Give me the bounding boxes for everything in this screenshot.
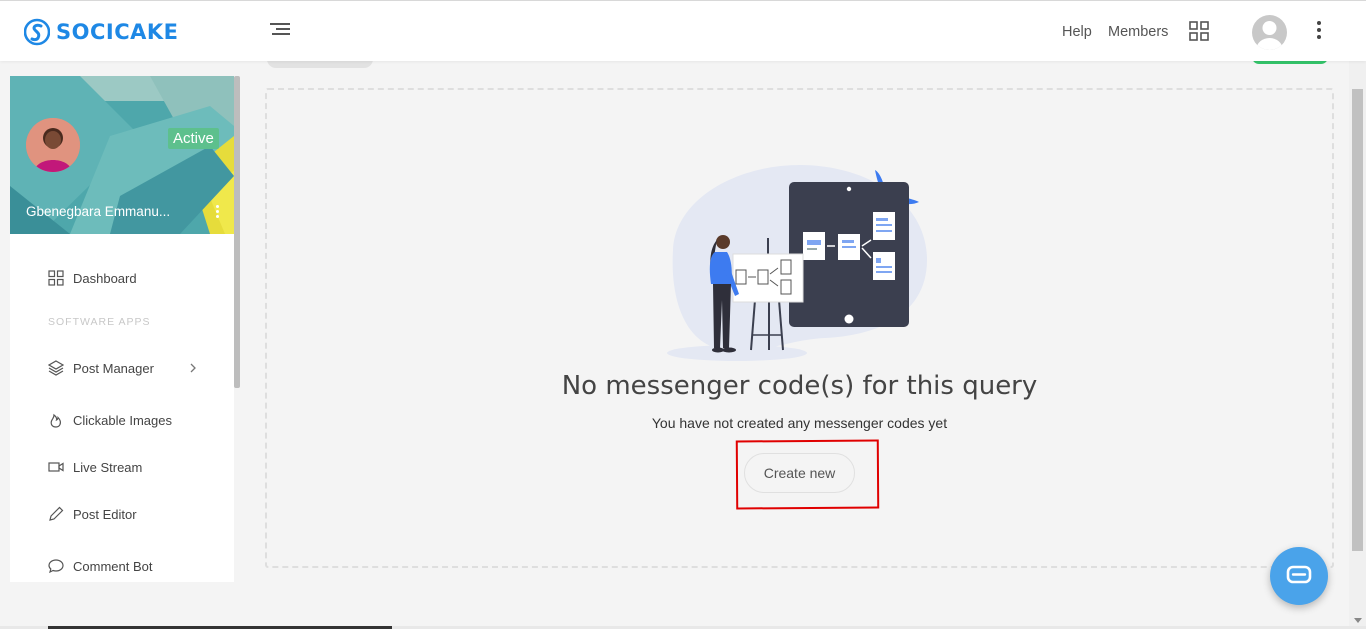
presentation-tablet-illustration [667, 165, 927, 361]
sidebar: Active Gbenegbara Emmanu... Dashboard SO… [10, 76, 240, 582]
sidebar-item-label: Dashboard [73, 270, 137, 286]
menu-icon[interactable] [270, 23, 290, 39]
page-scrollbar-thumb[interactable] [1352, 89, 1363, 551]
brand-name: SOCICAKE [56, 20, 179, 44]
more-vertical-icon[interactable] [1314, 21, 1324, 43]
empty-state-title: No messenger code(s) for this query [561, 371, 1038, 401]
sidebar-item-label: Post Editor [73, 506, 137, 522]
sidebar-scrollbar-thumb[interactable] [234, 76, 240, 388]
chevron-right-icon[interactable] [188, 363, 198, 373]
profile-banner: Active Gbenegbara Emmanu... [10, 76, 234, 234]
profile-name[interactable]: Gbenegbara Emmanu... [26, 204, 170, 219]
layers-icon [48, 360, 64, 376]
sidebar-item-post-editor[interactable]: Post Editor [48, 506, 137, 522]
apps-grid-icon[interactable] [1189, 21, 1209, 41]
members-link[interactable]: Members [1108, 24, 1168, 40]
profile-avatar[interactable] [26, 118, 80, 172]
scroll-down-arrow-icon[interactable] [1354, 618, 1362, 623]
sidebar-item-live-stream[interactable]: Live Stream [48, 459, 142, 475]
annotation-highlight-box [735, 439, 880, 510]
pencil-icon [49, 506, 64, 521]
brand-logo[interactable]: SOCICAKE [24, 18, 178, 46]
user-avatar-icon[interactable] [1252, 15, 1287, 50]
profile-menu-icon[interactable] [214, 205, 220, 219]
socicake-logo-icon [24, 18, 50, 46]
sidebar-item-clickable-images[interactable]: Clickable Images [48, 412, 172, 428]
sidebar-item-post-manager[interactable]: Post Manager [48, 360, 154, 376]
comment-icon [48, 559, 64, 574]
section-heading: SOFTWARE APPS [48, 316, 151, 328]
chat-widget-button[interactable] [1270, 547, 1328, 605]
sidebar-item-label: Clickable Images [73, 412, 172, 428]
sidebar-item-label: Comment Bot [73, 558, 153, 574]
sidebar-item-label: Post Manager [73, 360, 154, 376]
chat-bubble-icon [1286, 565, 1312, 584]
status-badge: Active [168, 128, 219, 149]
video-icon [48, 462, 64, 472]
sidebar-scrollbar[interactable] [234, 76, 240, 582]
fire-icon [50, 413, 61, 428]
empty-state-subtitle: You have not created any messenger codes… [651, 415, 948, 431]
sidebar-item-dashboard[interactable]: Dashboard [48, 270, 137, 286]
top-navbar: SOCICAKE Help Members [0, 0, 1366, 61]
sidebar-item-comment-bot[interactable]: Comment Bot [48, 558, 152, 574]
page-scrollbar[interactable] [1349, 61, 1366, 629]
sidebar-item-label: Live Stream [73, 459, 143, 475]
help-link[interactable]: Help [1062, 24, 1092, 40]
dashboard-icon [48, 270, 64, 286]
